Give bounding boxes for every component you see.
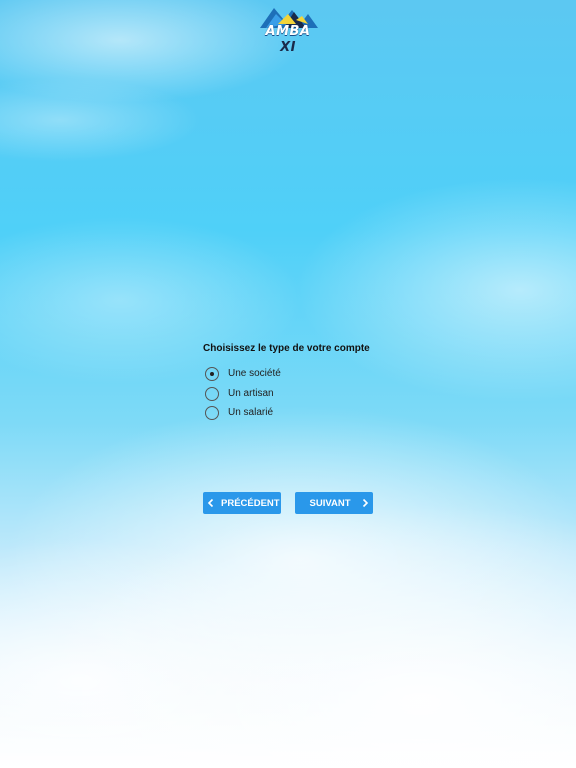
radio-label-artisan: Un artisan xyxy=(228,387,274,399)
screen: AMBA XI Choisissez le type de votre comp… xyxy=(0,0,576,768)
radio-option-societe[interactable]: Une société xyxy=(203,367,403,381)
radio-option-salarie[interactable]: Un salarié xyxy=(203,406,403,420)
logo-text-main: AMBA xyxy=(265,24,311,39)
logo-wordmark: AMBA XI xyxy=(256,24,320,56)
radio-label-salarie: Un salarié xyxy=(228,407,274,418)
form-title: Choisissez le type de votre compte xyxy=(203,343,370,354)
radio-option-artisan[interactable]: Un artisan xyxy=(203,386,403,401)
ambaxi-logo: AMBA XI xyxy=(256,4,320,55)
previous-button-label: PRÉCÉDENT xyxy=(221,497,280,509)
radio-button-artisan[interactable] xyxy=(205,386,219,401)
radio-button-salarie[interactable] xyxy=(205,406,219,420)
radio-label-societe: Une société xyxy=(228,368,281,379)
logo-text-accent: XI xyxy=(280,40,296,55)
next-button[interactable]: SUIVANT xyxy=(295,492,373,514)
chevron-left-icon xyxy=(207,498,215,508)
previous-button[interactable]: PRÉCÉDENT xyxy=(203,492,281,514)
radio-button-societe[interactable] xyxy=(205,367,219,381)
account-type-form: Choisissez le type de votre compte Une s… xyxy=(203,342,403,426)
chevron-right-icon xyxy=(361,498,369,508)
next-button-label: SUIVANT xyxy=(309,497,351,509)
